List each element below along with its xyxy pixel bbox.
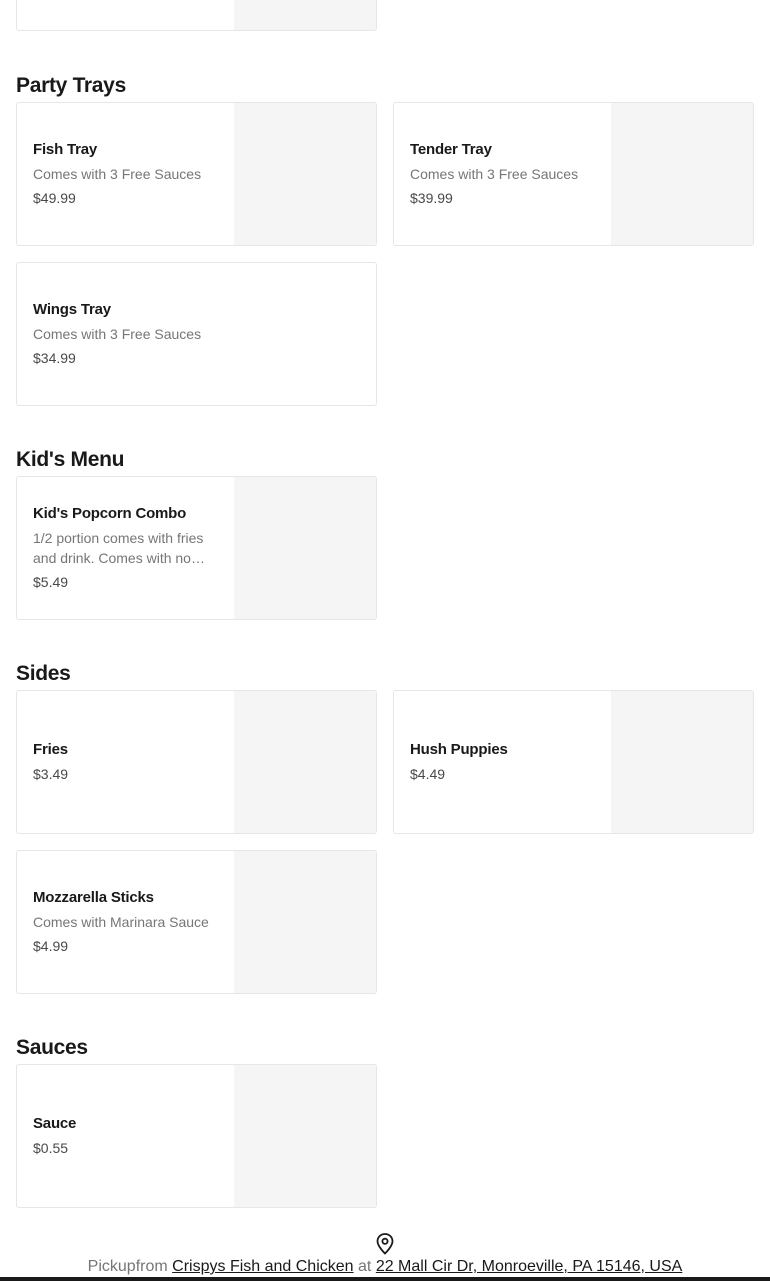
menu-item-kids-popcorn-combo[interactable]: Kid's Popcorn Combo 1/2 portion comes wi… xyxy=(16,476,377,620)
menu-item-fish-tray[interactable]: Fish Tray Comes with 3 Free Sauces $49.9… xyxy=(16,102,377,246)
item-image-placeholder xyxy=(234,103,376,245)
menu-item-hush-puppies[interactable]: Hush Puppies $4.49 xyxy=(393,690,754,834)
item-image-placeholder xyxy=(611,103,753,245)
item-description: Comes with Marinara Sauce xyxy=(33,914,209,930)
item-name: Sauce xyxy=(33,1115,77,1132)
item-description: Comes with 3 Free Sauces xyxy=(410,166,579,182)
item-name: Tender Tray xyxy=(410,141,492,158)
location-pin-icon xyxy=(376,1233,394,1255)
menu-item-fries[interactable]: Fries $3.49 xyxy=(16,690,377,834)
bottom-bar xyxy=(0,1277,770,1281)
item-image-placeholder xyxy=(234,691,376,833)
menu-item-card[interactable] xyxy=(16,0,377,31)
item-price: $4.99 xyxy=(33,938,69,954)
menu-item-sauce[interactable]: Sauce $0.55 xyxy=(16,1064,377,1208)
pickup-footer: Pickupfrom Crispys Fish and Chicken at 2… xyxy=(0,1232,770,1276)
address-link[interactable]: 22 Mall Cir Dr, Monroeville, PA 15146, U… xyxy=(376,1258,683,1275)
item-image-placeholder xyxy=(611,691,753,833)
section-title-sides: Sides xyxy=(16,662,71,685)
item-price: $39.99 xyxy=(410,190,453,206)
item-description: Comes with 3 Free Sauces xyxy=(33,166,202,182)
menu-item-mozzarella-sticks[interactable]: Mozzarella Sticks Comes with Marinara Sa… xyxy=(16,850,377,994)
section-title-sauces: Sauces xyxy=(16,1036,88,1059)
restaurant-link[interactable]: Crispys Fish and Chicken xyxy=(172,1258,353,1275)
section-title-kids-menu: Kid's Menu xyxy=(16,448,125,471)
pickup-info: Pickupfrom Crispys Fish and Chicken at 2… xyxy=(0,1258,770,1276)
menu-item-wings-tray[interactable]: Wings Tray Comes with 3 Free Sauces $34.… xyxy=(16,262,377,406)
item-description: Comes with 3 Free Sauces xyxy=(33,326,202,342)
item-image-placeholder xyxy=(234,0,376,30)
section-title-party-trays: Party Trays xyxy=(16,74,126,97)
menu-item-tender-tray[interactable]: Tender Tray Comes with 3 Free Sauces $39… xyxy=(393,102,754,246)
item-price: $49.99 xyxy=(33,190,76,206)
item-price: $34.99 xyxy=(33,350,76,366)
item-name: Mozzarella Sticks xyxy=(33,889,154,906)
item-name: Fish Tray xyxy=(33,141,98,158)
at-label: at xyxy=(358,1258,372,1275)
item-image-placeholder xyxy=(234,851,376,993)
item-image-placeholder xyxy=(234,1065,376,1207)
item-description: 1/2 portion comes with fries and drink. … xyxy=(33,530,205,566)
item-name: Fries xyxy=(33,741,68,758)
item-name: Wings Tray xyxy=(33,301,111,318)
item-price: $0.55 xyxy=(33,1140,69,1156)
item-name: Hush Puppies xyxy=(410,741,508,758)
item-price: $4.49 xyxy=(410,766,446,782)
item-name: Kid's Popcorn Combo xyxy=(33,505,187,522)
pickup-label: Pickupfrom xyxy=(87,1258,168,1275)
item-price: $5.49 xyxy=(33,574,69,590)
item-image-placeholder xyxy=(234,477,376,619)
item-price: $3.49 xyxy=(33,766,69,782)
